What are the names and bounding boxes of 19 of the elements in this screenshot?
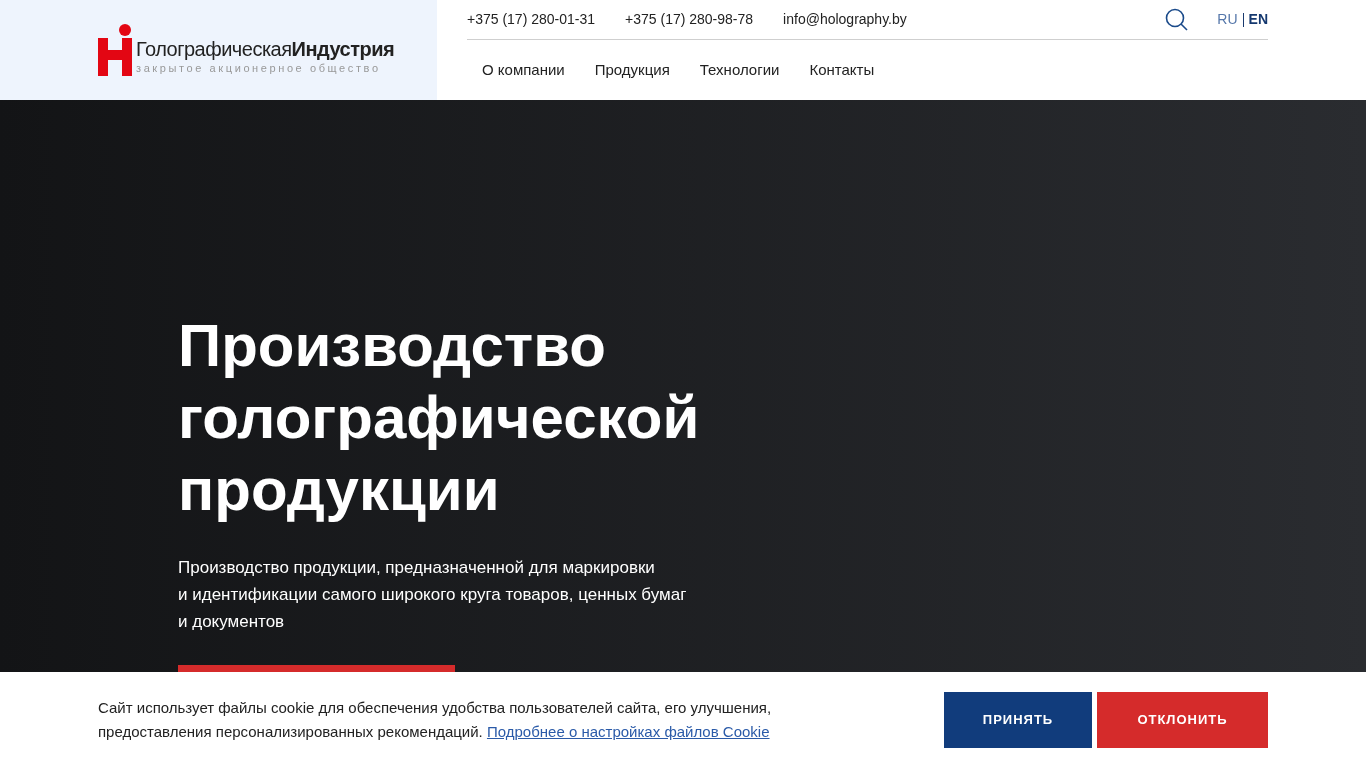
cookie-settings-link[interactable]: Подробнее о настройках файлов Cookie <box>486 723 770 740</box>
cookie-notice: Сайт использует файлы cookie для обеспечения удобства пользователей сайта, его улучшения, предоставления персонализированных рекомендаций. Подробнее о настройках файлов Cookie <box>98 698 773 742</box>
contact-link[interactable]: +375 (17) 280-98-78 <box>625 9 754 30</box>
nav-link[interactable]: Продукция <box>594 59 670 82</box>
logo-name: ГолографическаяИндустрия <box>136 37 395 60</box>
contact-link[interactable]: info@holography.by <box>783 9 907 30</box>
nav-link[interactable]: Контакты <box>809 59 875 82</box>
hero-text: Производство продукции, предназначенной для маркировки и идентификации самого широкого круга товаров, ценных бумаг и документов <box>178 557 687 633</box>
logo-mark-icon[interactable] <box>98 24 134 76</box>
accept-button[interactable]: ПРИНЯТЬ <box>944 692 1092 748</box>
nav-link[interactable]: О компании <box>482 59 565 82</box>
language-link[interactable]: EN <box>1248 9 1268 30</box>
search-icon[interactable] <box>1165 7 1190 32</box>
hero-title: Производство голографической продукции <box>178 311 701 525</box>
nav-link[interactable]: Технологии <box>699 59 780 82</box>
contact-link[interactable]: +375 (17) 280-01-31 <box>467 9 596 30</box>
logo-subtitle: закрытое акционерное общество <box>136 60 382 76</box>
decline-button[interactable]: ОТКЛОНИТЬ <box>1097 692 1268 748</box>
language-link[interactable]: RU <box>1217 9 1238 30</box>
